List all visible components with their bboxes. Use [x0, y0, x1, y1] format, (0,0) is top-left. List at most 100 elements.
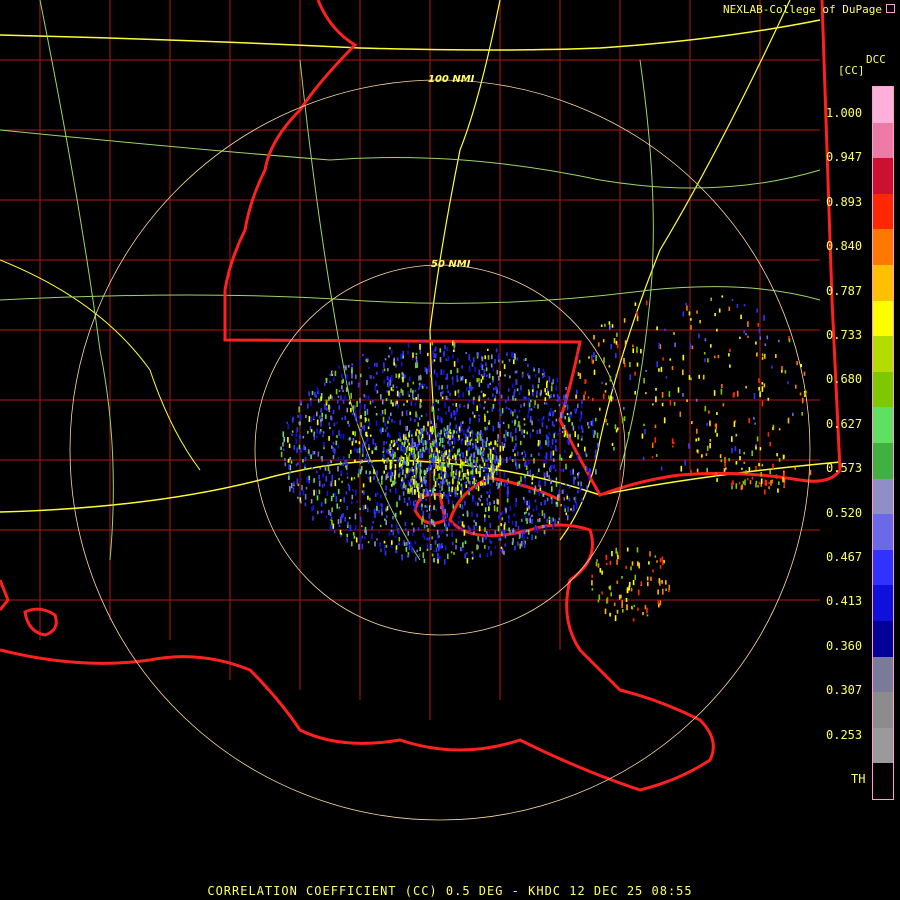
range-ring-label-100: 100 NMI [428, 74, 475, 85]
echo-pixel [299, 434, 301, 439]
echo-pixel [473, 531, 475, 535]
echo-pixel [426, 537, 428, 541]
echo-pixel [494, 459, 496, 464]
echo-pixel [569, 469, 572, 476]
echo-pixel [396, 456, 399, 463]
echo-pixel [419, 485, 421, 490]
echo-pixel [463, 405, 466, 408]
echo-pixel [515, 464, 518, 470]
echo-pixel [550, 480, 552, 484]
echo-pixel [719, 454, 722, 459]
echo-pixel [451, 486, 454, 490]
echo-pixel [499, 538, 502, 541]
echo-pixel [570, 412, 572, 415]
echo-pixel [427, 528, 429, 532]
echo-pixel [375, 383, 378, 387]
echo-pixel [300, 414, 302, 421]
echo-pixel [436, 458, 439, 462]
echo-pixel [473, 525, 475, 531]
echo-pixel [337, 519, 340, 525]
echo-pixel [398, 542, 400, 546]
echo-pixel [463, 473, 465, 477]
echo-pixel [430, 374, 432, 378]
echo-pixel [514, 458, 517, 463]
echo-pixel [292, 481, 295, 485]
echo-pixel [396, 400, 398, 405]
echo-pixel [463, 461, 465, 466]
echo-pixel [417, 422, 419, 427]
echo-pixel [794, 466, 796, 470]
echo-pixel [474, 439, 477, 442]
echo-pixel [484, 517, 486, 522]
echo-pixel [291, 418, 294, 423]
echo-pixel [738, 449, 741, 454]
echo-pixel [521, 429, 523, 435]
echo-pixel [445, 494, 447, 499]
echo-pixel [284, 458, 286, 461]
echo-pixel [426, 447, 428, 450]
echo-pixel [471, 362, 474, 367]
echo-pixel [518, 463, 521, 469]
echo-pixel [348, 424, 350, 427]
legend-tick-label: 0.360 [826, 638, 863, 653]
echo-pixel [414, 454, 417, 459]
echo-pixel [430, 453, 433, 458]
echo-pixel [575, 394, 577, 399]
echo-pixel [354, 513, 357, 520]
echo-pixel [658, 368, 660, 372]
echo-pixel [548, 519, 551, 525]
echo-pixel [371, 450, 374, 454]
echo-pixel [612, 396, 614, 400]
echo-pixel [399, 438, 402, 442]
echo-pixel [396, 447, 399, 451]
echo-pixel [778, 458, 781, 462]
echo-pixel [453, 430, 456, 434]
echo-pixel [548, 432, 551, 436]
echo-pixel [469, 480, 471, 486]
echo-pixel [488, 373, 491, 379]
echo-pixel [378, 531, 380, 534]
echo-pixel [796, 361, 798, 366]
echo-pixel [632, 618, 635, 622]
echo-pixel [433, 369, 436, 375]
echo-pixel [365, 395, 367, 399]
echo-pixel [478, 418, 480, 423]
echo-pixel [420, 415, 423, 418]
echo-pixel [330, 496, 333, 502]
echo-pixel [588, 468, 591, 473]
echo-pixel [437, 408, 440, 411]
echo-pixel [595, 417, 597, 422]
echo-pixel [526, 500, 528, 506]
echo-pixel [345, 491, 348, 495]
echo-pixel [337, 444, 340, 449]
echo-pixel [358, 468, 360, 474]
echo-pixel [406, 461, 408, 467]
echo-pixel [566, 404, 569, 411]
echo-pixel [336, 421, 338, 424]
echo-pixel [599, 407, 601, 411]
echo-pixel [402, 460, 404, 465]
echo-pixel [360, 469, 362, 473]
echo-pixel [328, 436, 330, 441]
echo-pixel [336, 435, 338, 438]
echo-pixel [560, 412, 562, 418]
echo-pixel [522, 496, 525, 500]
echo-pixel [407, 382, 409, 388]
echo-pixel [546, 402, 548, 405]
echo-pixel [557, 521, 559, 524]
echo-pixel [393, 439, 395, 443]
echo-pixel [461, 365, 463, 369]
echo-pixel [474, 501, 477, 506]
expand-icon[interactable] [886, 4, 895, 13]
echo-pixel [394, 535, 397, 538]
echo-pixel [743, 461, 746, 464]
echo-pixel [356, 401, 358, 407]
echo-pixel [388, 448, 390, 451]
echo-pixel [566, 515, 569, 521]
echo-pixel [464, 433, 467, 440]
echo-pixel [434, 480, 437, 487]
echo-pixel [492, 480, 494, 483]
echo-pixel [412, 532, 414, 536]
echo-pixel [481, 503, 483, 506]
legend-swatch [873, 193, 893, 230]
